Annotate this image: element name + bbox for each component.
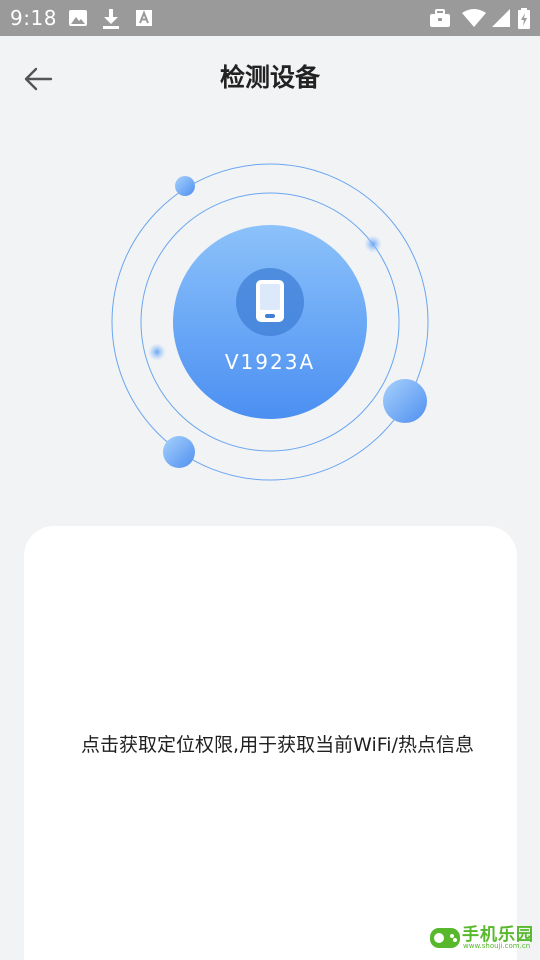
status-time: 9:18 — [10, 6, 57, 30]
status-bar: 9:18 — [0, 0, 540, 36]
watermark-logo: 手机乐园 www.shouji.com.cn — [428, 918, 533, 958]
orbit-ball-bottom-left — [163, 436, 195, 468]
screen: 9:18 检测设备 V1923A 点击获取定位权限,用于获取当前WiFi/热点信… — [0, 0, 540, 960]
device-detection-illustration — [111, 163, 429, 481]
location-permission-prompt[interactable]: 点击获取定位权限,用于获取当前WiFi/热点信息 — [24, 730, 517, 760]
signal-icon — [492, 9, 510, 27]
watermark-subtitle: www.shouji.com.cn — [463, 942, 531, 950]
briefcase-icon — [430, 9, 450, 27]
phone-icon — [236, 268, 304, 336]
font-a-icon — [136, 10, 152, 26]
orbit-glow-left — [148, 343, 166, 361]
orbit-glow-right — [364, 235, 382, 253]
page-title: 检测设备 — [219, 63, 320, 92]
gamepad-logo-icon — [430, 928, 460, 948]
orbit-dot-top-left — [175, 176, 195, 196]
image-icon — [69, 10, 87, 26]
battery-charging-icon — [518, 8, 530, 29]
permission-card: 点击获取定位权限,用于获取当前WiFi/热点信息 — [24, 526, 517, 960]
download-icon — [103, 9, 119, 29]
wifi-icon — [462, 9, 486, 27]
device-model-label: V1923A — [224, 350, 316, 374]
orbit-ball-right — [383, 379, 427, 423]
